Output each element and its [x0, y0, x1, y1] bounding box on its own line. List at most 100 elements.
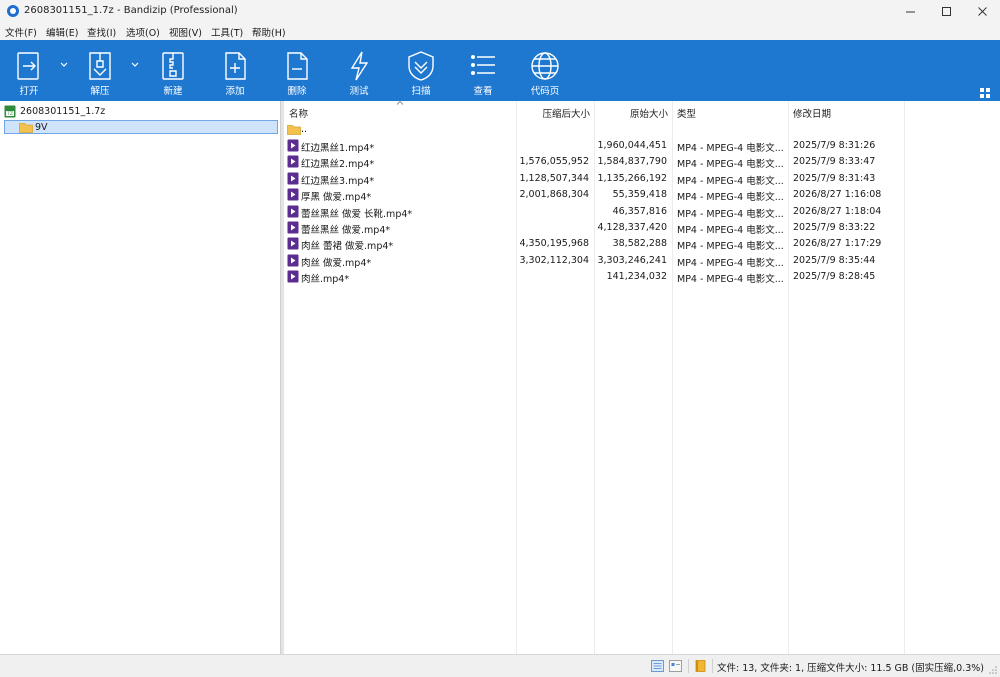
file-type: MP4 - MPEG-4 电影文...: [677, 225, 784, 236]
folder-tree: 7Z 2608301151_1.7z 9V: [0, 101, 280, 654]
scan-button[interactable]: 扫描: [393, 40, 449, 101]
add-label: 添加: [225, 86, 245, 97]
file-row[interactable]: 肉丝.mp4* 141,234,032 MP4 - MPEG-4 电影文... 202…: [284, 269, 1000, 285]
menu-view[interactable]: 视图(V): [169, 25, 202, 39]
shield-icon: [408, 51, 434, 81]
test-label: 测试: [349, 86, 369, 97]
delete-button[interactable]: 删除: [269, 40, 325, 101]
file-packed-size: 4,350,195,968: [519, 238, 589, 250]
minimize-icon: [905, 11, 915, 12]
archive-book-icon[interactable]: [694, 660, 707, 672]
file-name: 厚黑 做爱.mp4*: [301, 192, 372, 204]
codepage-label: 代码页: [530, 86, 560, 97]
file-packed-size: 1,128,507,344: [519, 172, 589, 184]
status-separator: [712, 659, 713, 673]
file-modified-date: 2025/7/9 8:33:22: [793, 222, 876, 233]
file-modified-date: 2025/7/9 8:33:47: [793, 156, 876, 168]
resize-grip-icon[interactable]: [988, 665, 998, 675]
video-file-icon: [287, 155, 299, 168]
open-button[interactable]: 打开: [1, 40, 57, 101]
menu-edit[interactable]: 编辑(E): [46, 25, 78, 39]
video-file-icon: [287, 139, 299, 152]
view-label: 查看: [473, 86, 493, 97]
video-file-icon: [287, 172, 299, 185]
file-packed-size: 3,302,112,304: [519, 254, 589, 266]
column-header-type[interactable]: 类型: [677, 106, 696, 120]
details-view-icon[interactable]: [651, 660, 664, 672]
toolbar: 打开 解压 新建 添加 删除 测试 扫描 查看 代码页: [0, 40, 1000, 101]
list-view-small-icon[interactable]: [669, 660, 682, 672]
menu-help[interactable]: 帮助(H): [252, 25, 286, 39]
file-original-size: 1,584,837,790: [597, 156, 667, 168]
file-original-size: 3,303,246,241: [597, 254, 667, 266]
menu-options[interactable]: 选项(O): [126, 25, 160, 39]
new-archive-icon: [162, 52, 184, 80]
file-original-size: 4,128,337,420: [597, 222, 667, 233]
file-row[interactable]: 红边黑丝1.mp4* 1,960,044,451 MP4 - MPEG-4 电影文.…: [284, 138, 1000, 154]
extract-button[interactable]: 解压: [72, 40, 128, 101]
file-row[interactable]: 蕾丝黑丝 做爱 长靴.mp4* 46,357,816 MP4 - MPEG-4 电影…: [284, 204, 1000, 220]
test-button[interactable]: 测试: [331, 40, 387, 101]
file-type: MP4 - MPEG-4 电影文...: [677, 175, 784, 187]
menu-file[interactable]: 文件(F): [5, 25, 37, 39]
layout-grid-icon[interactable]: [979, 87, 991, 99]
file-name: 红边黑丝2.mp4*: [301, 159, 375, 171]
file-row[interactable]: 蕾丝黑丝 做爱.mp4* 4,128,337,420 MP4 - MPEG-4 电影…: [284, 220, 1000, 236]
file-original-size: 55,359,418: [612, 189, 667, 201]
column-header-original[interactable]: 原始大小: [594, 106, 668, 120]
open-label: 打开: [19, 86, 39, 97]
close-button[interactable]: [964, 0, 1000, 22]
file-row[interactable]: 红边黑丝3.mp4* 1,128,507,344 1,135,266,192 MP4 …: [284, 171, 1000, 187]
file-type: MP4 - MPEG-4 电影文...: [677, 192, 784, 204]
column-header-modified[interactable]: 修改日期: [793, 106, 831, 120]
delete-label: 删除: [287, 86, 307, 97]
menu-bar: 文件(F) 编辑(E) 查找(I) 选项(O) 视图(V) 工具(T) 帮助(H…: [0, 22, 1000, 40]
menu-tools[interactable]: 工具(T): [211, 25, 243, 39]
file-modified-date: 2025/7/9 8:31:26: [793, 140, 876, 151]
bandizip-app-icon: [7, 5, 19, 17]
file-type: MP4 - MPEG-4 电影文...: [677, 274, 784, 286]
file-original-size: 1,135,266,192: [597, 172, 667, 184]
close-icon: [977, 6, 987, 16]
video-file-icon: [287, 270, 299, 283]
parent-folder-row[interactable]: ..: [284, 122, 1000, 138]
open-archive-icon: [17, 52, 39, 80]
file-row[interactable]: 肉丝 做爱.mp4* 3,302,112,304 3,303,246,241 MP4 …: [284, 253, 1000, 269]
file-packed-size: 1,576,055,952: [519, 156, 589, 168]
file-packed-size: 2,001,868,304: [519, 189, 589, 201]
file-original-size: 1,960,044,451: [597, 140, 667, 151]
file-modified-date: 2026/8/27 1:16:08: [793, 189, 882, 201]
file-name: 肉丝.mp4*: [301, 274, 350, 286]
video-file-icon: [287, 254, 299, 267]
add-file-icon: [225, 52, 246, 80]
file-row[interactable]: 红边黑丝2.mp4* 1,576,055,952 1,584,837,790 MP4 …: [284, 154, 1000, 170]
maximize-button[interactable]: [928, 0, 964, 22]
open-dropdown-chevron-icon[interactable]: [59, 59, 69, 69]
delete-file-icon: [287, 52, 308, 80]
scan-label: 扫描: [411, 86, 431, 97]
file-modified-date: 2025/7/9 8:28:45: [793, 271, 876, 283]
file-name: 红边黑丝1.mp4*: [301, 143, 375, 154]
file-name: 红边黑丝3.mp4*: [301, 175, 375, 187]
file-original-size: 141,234,032: [606, 271, 667, 283]
file-type: MP4 - MPEG-4 电影文...: [677, 143, 784, 154]
video-file-icon: [287, 205, 299, 218]
sort-ascending-icon: [396, 100, 404, 105]
minimize-button[interactable]: [892, 0, 928, 22]
file-name: 肉丝 蕾裙 做爱.mp4*: [301, 241, 394, 253]
status-bar: 文件: 13, 文件夹: 1, 压缩文件大小: 11.5 GB (固实压缩,0.…: [0, 654, 1000, 677]
new-archive-button[interactable]: 新建: [145, 40, 201, 101]
column-header-packed[interactable]: 压缩后大小: [516, 106, 590, 120]
file-modified-date: 2025/7/9 8:35:44: [793, 254, 876, 266]
file-row[interactable]: 肉丝 蕾裙 做爱.mp4* 4,350,195,968 38,582,288 MP4 …: [284, 236, 1000, 252]
menu-find[interactable]: 查找(I): [87, 25, 116, 39]
extract-dropdown-chevron-icon[interactable]: [130, 59, 140, 69]
tree-folder-9v[interactable]: 9V: [4, 120, 278, 134]
file-row[interactable]: 厚黑 做爱.mp4* 2,001,868,304 55,359,418 MP4 - M…: [284, 187, 1000, 203]
file-type: MP4 - MPEG-4 电影文...: [677, 208, 784, 220]
codepage-button[interactable]: 代码页: [517, 40, 573, 101]
view-button[interactable]: 查看: [455, 40, 511, 101]
add-button[interactable]: 添加: [207, 40, 263, 101]
column-header-name[interactable]: 名称: [289, 106, 308, 120]
video-file-icon: [287, 221, 299, 234]
